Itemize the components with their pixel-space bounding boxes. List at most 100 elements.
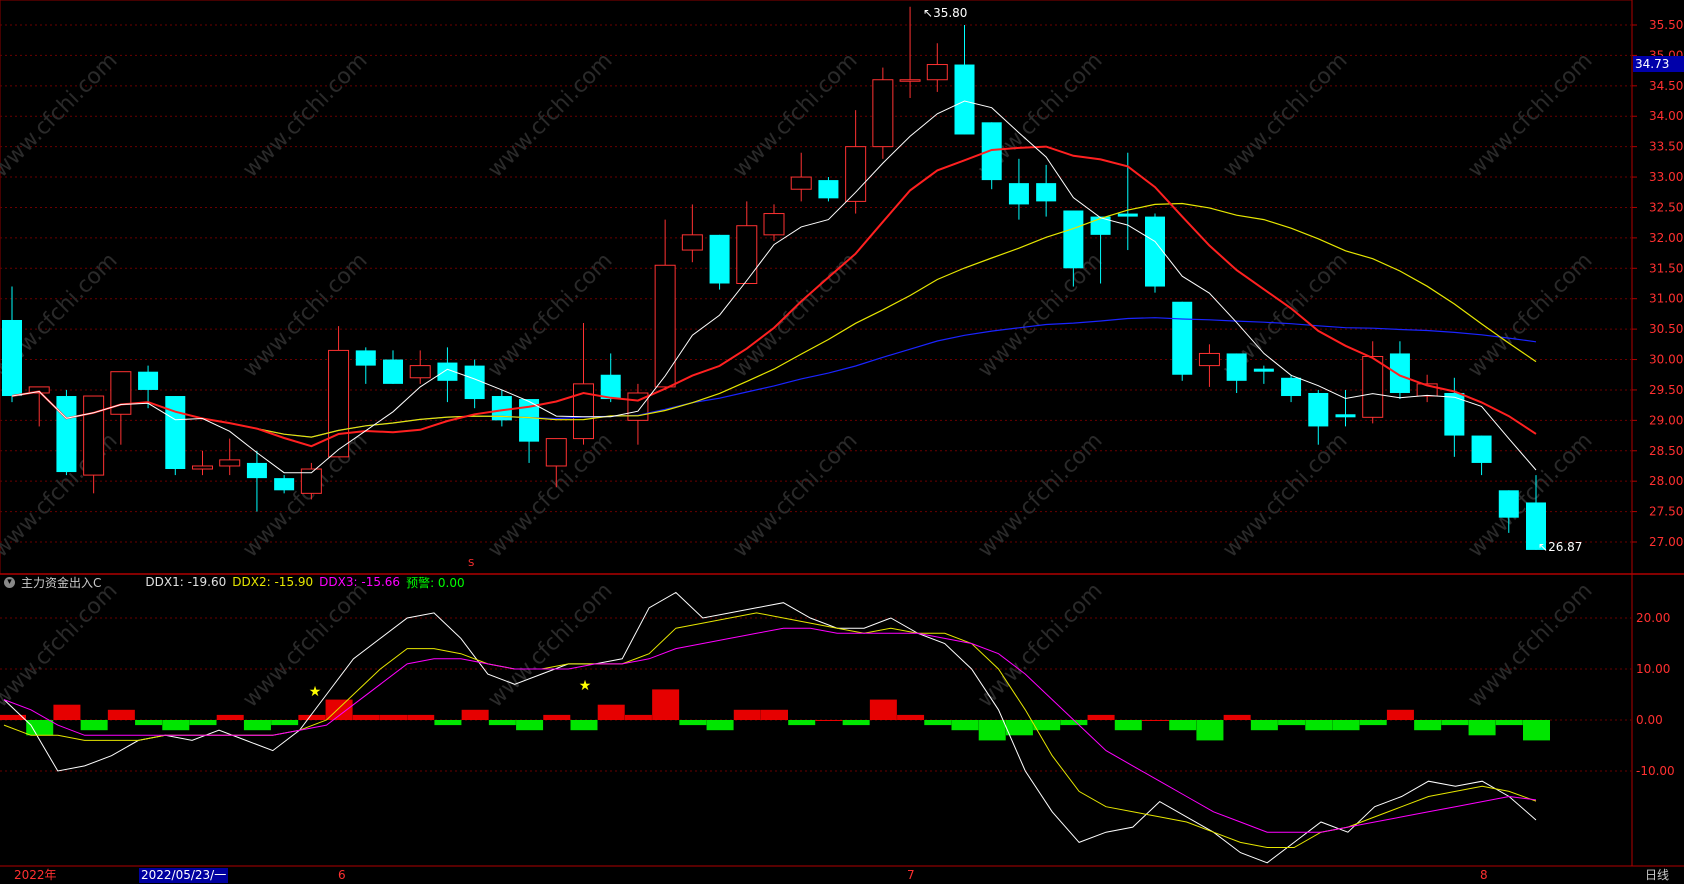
indicator-bar xyxy=(761,709,788,720)
candle xyxy=(872,67,894,159)
candle-body xyxy=(1253,368,1274,372)
indicator-bar xyxy=(1169,720,1197,731)
indicator-bar xyxy=(733,709,761,720)
candle-body xyxy=(654,264,676,388)
candle-body xyxy=(165,396,186,470)
candle-body xyxy=(2,319,22,397)
candle-body xyxy=(899,79,921,82)
indicator-bar xyxy=(1359,720,1387,726)
candle-body xyxy=(192,465,213,470)
watermark: www.cfchi.com xyxy=(1218,48,1352,182)
candle-body xyxy=(1198,352,1220,367)
candle xyxy=(573,323,594,445)
indicator-name[interactable]: 主力资金出入C xyxy=(21,574,101,591)
indicator-bar xyxy=(1142,720,1169,721)
candle-body xyxy=(600,374,621,400)
indicator-tick-label: 20.00 xyxy=(1636,611,1670,625)
candle-body xyxy=(709,234,730,284)
candle xyxy=(464,359,485,409)
indicator-bar xyxy=(162,720,190,731)
candle xyxy=(845,110,867,214)
indicator-bar xyxy=(570,720,598,731)
price-tick-label: 34.50 xyxy=(1649,79,1683,93)
indicator-bar xyxy=(1196,720,1224,741)
candle xyxy=(110,371,132,445)
candle-body xyxy=(1145,216,1165,287)
candle xyxy=(654,219,676,390)
indicator-bar xyxy=(516,720,544,731)
watermark: www.cfchi.com xyxy=(238,578,372,712)
year-label: 2022年 xyxy=(14,868,57,882)
price-tick-label: 30.00 xyxy=(1649,353,1683,367)
candle xyxy=(1145,213,1165,293)
candle-body xyxy=(1335,414,1356,418)
watermark: www.cfchi.com xyxy=(728,48,862,182)
warn-value: 预警: 0.00 xyxy=(406,575,465,590)
candle xyxy=(926,43,948,92)
candle xyxy=(981,122,1002,190)
indicator-bar xyxy=(53,704,81,720)
candle-body xyxy=(1498,490,1519,518)
candle-body xyxy=(681,234,703,251)
price-tick-label: 27.00 xyxy=(1649,535,1683,549)
ddx2-value: DDX2: -15.90 xyxy=(232,575,314,589)
candle xyxy=(1471,435,1492,476)
candle xyxy=(1362,341,1384,424)
indicator-bar xyxy=(842,720,870,726)
candle xyxy=(409,350,431,384)
watermark: www.cfchi.com xyxy=(483,578,617,712)
candle-body xyxy=(246,462,267,479)
candle-body xyxy=(818,180,839,199)
candle xyxy=(219,438,241,476)
candle xyxy=(383,350,403,384)
indicator-bar xyxy=(1332,720,1360,731)
month-7-label: 7 xyxy=(907,868,915,882)
candle xyxy=(1008,158,1029,220)
indicator-bar xyxy=(80,720,108,731)
ddx3-value: DDX3: -15.66 xyxy=(319,575,401,589)
candle xyxy=(899,6,921,98)
indicator-bar xyxy=(788,720,816,726)
indicator-bar xyxy=(543,714,571,720)
indicator-settings-icon[interactable]: ▾ xyxy=(4,576,15,588)
candle-body xyxy=(872,79,894,148)
candle-body xyxy=(926,64,948,81)
price-tick-label: 31.00 xyxy=(1649,292,1683,306)
candle xyxy=(1416,374,1438,403)
stock-chart[interactable]: 35.5035.0034.5034.0033.5033.0032.5032.00… xyxy=(0,0,1684,884)
watermark: www.cfchi.com xyxy=(1463,578,1597,712)
price-tick-label: 29.00 xyxy=(1649,413,1683,427)
high-price-label: ↖35.80 xyxy=(923,6,968,20)
candle-body xyxy=(274,478,295,491)
candle xyxy=(954,25,975,135)
candle xyxy=(437,347,458,403)
dividend-mark[interactable]: S xyxy=(468,558,474,569)
indicator-bar xyxy=(1386,709,1414,720)
indicator-bar xyxy=(1305,720,1333,731)
watermark: www.cfchi.com xyxy=(0,48,123,182)
period-label[interactable]: 日线 xyxy=(1645,868,1669,883)
candle-body xyxy=(1362,355,1384,418)
indicator-bar xyxy=(488,720,516,726)
price-tick-label: 31.50 xyxy=(1649,261,1683,275)
indicator-bar xyxy=(243,720,271,731)
watermark: www.cfchi.com xyxy=(0,578,123,712)
price-tick-label: 33.50 xyxy=(1649,140,1683,154)
month-8-label: 8 xyxy=(1480,868,1488,882)
indicator-bar xyxy=(26,720,54,736)
candle-body xyxy=(1063,210,1084,269)
indicator-bar xyxy=(1523,720,1550,741)
indicator-bar xyxy=(679,720,707,726)
price-tick-label: 28.00 xyxy=(1649,474,1683,488)
indicator-bar xyxy=(380,714,407,720)
candle-body xyxy=(1008,183,1029,205)
indicator-bar xyxy=(1223,714,1251,720)
candle-body xyxy=(1172,301,1193,375)
candle-body xyxy=(1117,213,1138,217)
indicator-bar xyxy=(189,720,217,726)
indicator-bar xyxy=(1005,720,1033,736)
candle-body xyxy=(1308,392,1329,427)
candle-body xyxy=(219,459,241,467)
indicator-bar xyxy=(815,720,843,721)
candle-body xyxy=(1036,183,1057,202)
